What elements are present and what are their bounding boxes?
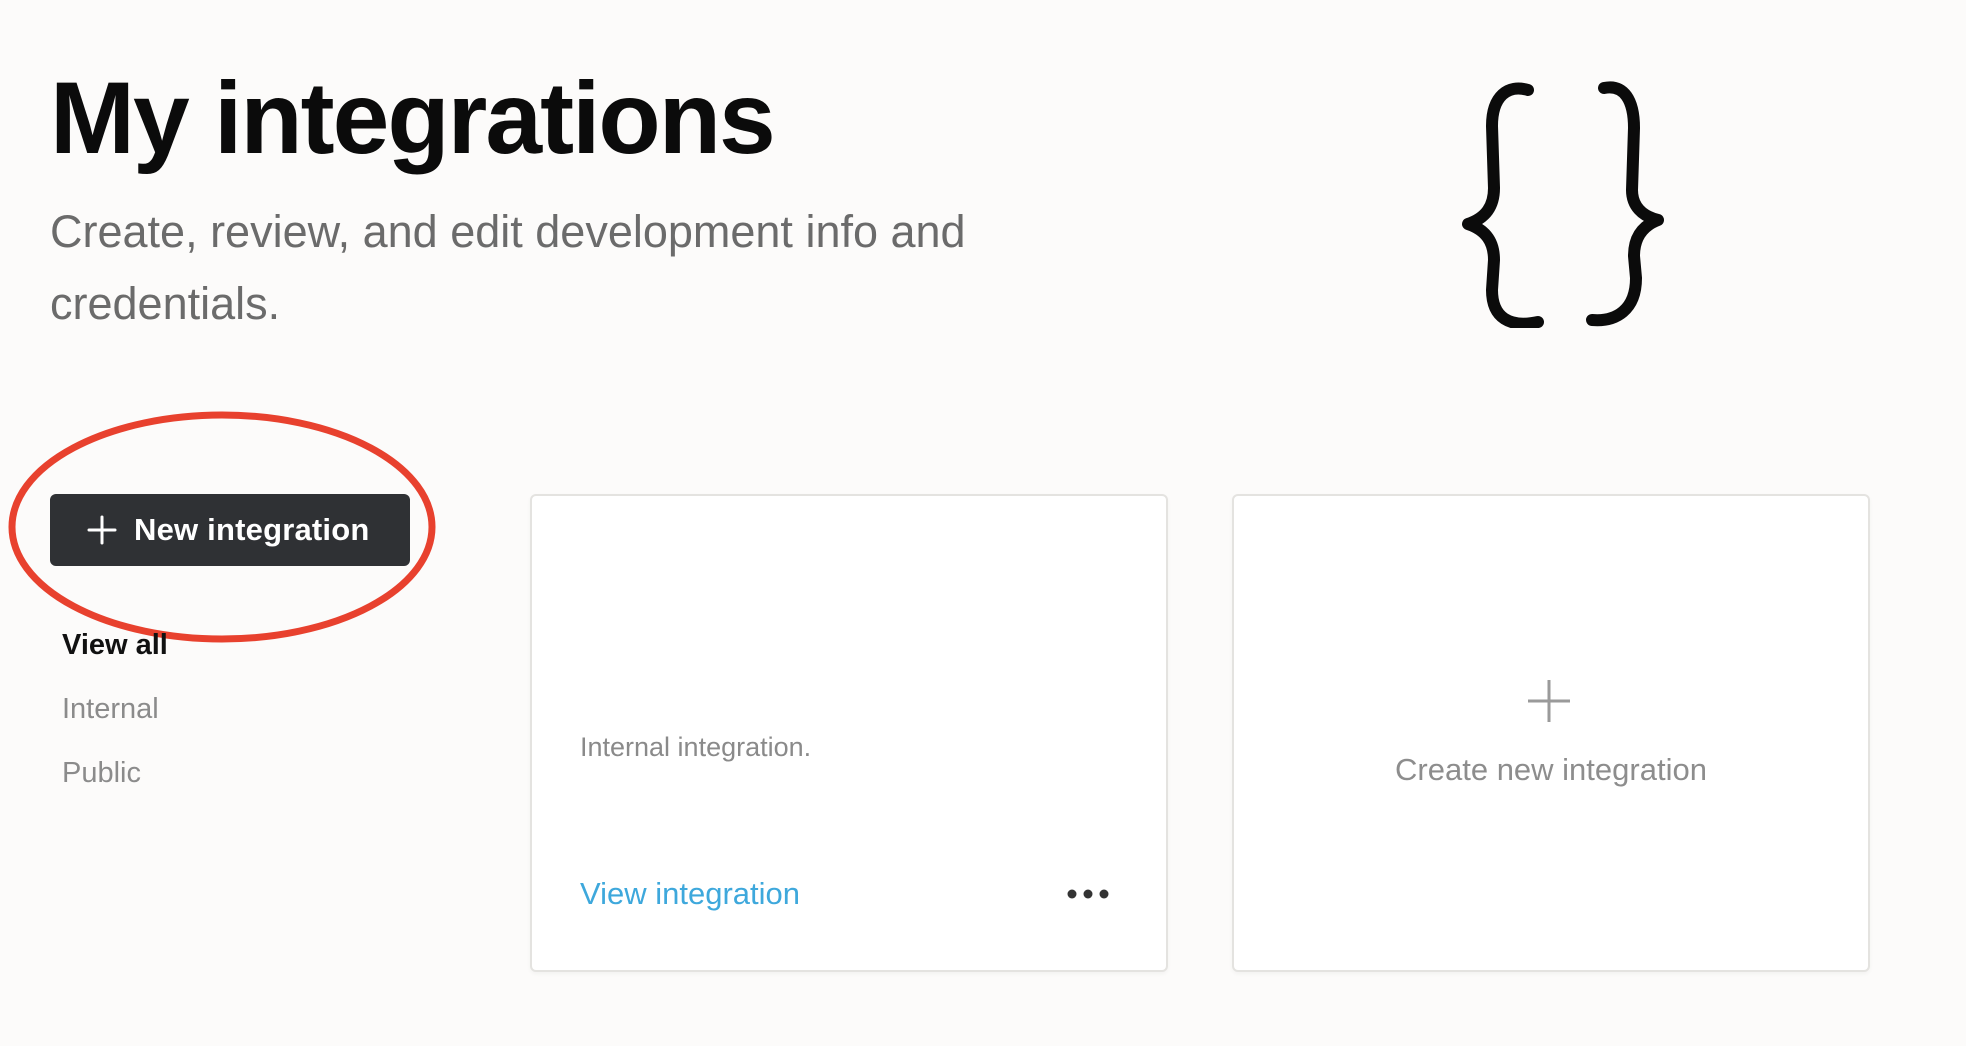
integration-description: Internal integration. [580, 732, 812, 762]
filter-internal[interactable]: Internal [62, 684, 362, 748]
page-title: My integrations [50, 61, 776, 175]
new-integration-label: New integration [134, 512, 370, 547]
create-new-integration-label: Create new integration [1395, 752, 1707, 787]
plus-icon [87, 515, 117, 545]
new-integration-button[interactable]: New integration [50, 494, 410, 566]
filter-public[interactable]: Public [62, 748, 362, 812]
more-horizontal-icon[interactable] [1058, 874, 1118, 914]
curly-braces-icon [1462, 81, 1664, 328]
create-new-integration-card[interactable]: Create new integration [1232, 494, 1870, 972]
integration-card: Internal integration. View integration [530, 494, 1168, 972]
view-integration-link[interactable]: View integration [580, 876, 800, 912]
filter-view-all[interactable]: View all [62, 620, 362, 684]
filter-nav: View all Internal Public [62, 620, 362, 812]
page-subtitle: Create, review, and edit development inf… [50, 206, 966, 329]
plus-icon [1528, 680, 1570, 722]
